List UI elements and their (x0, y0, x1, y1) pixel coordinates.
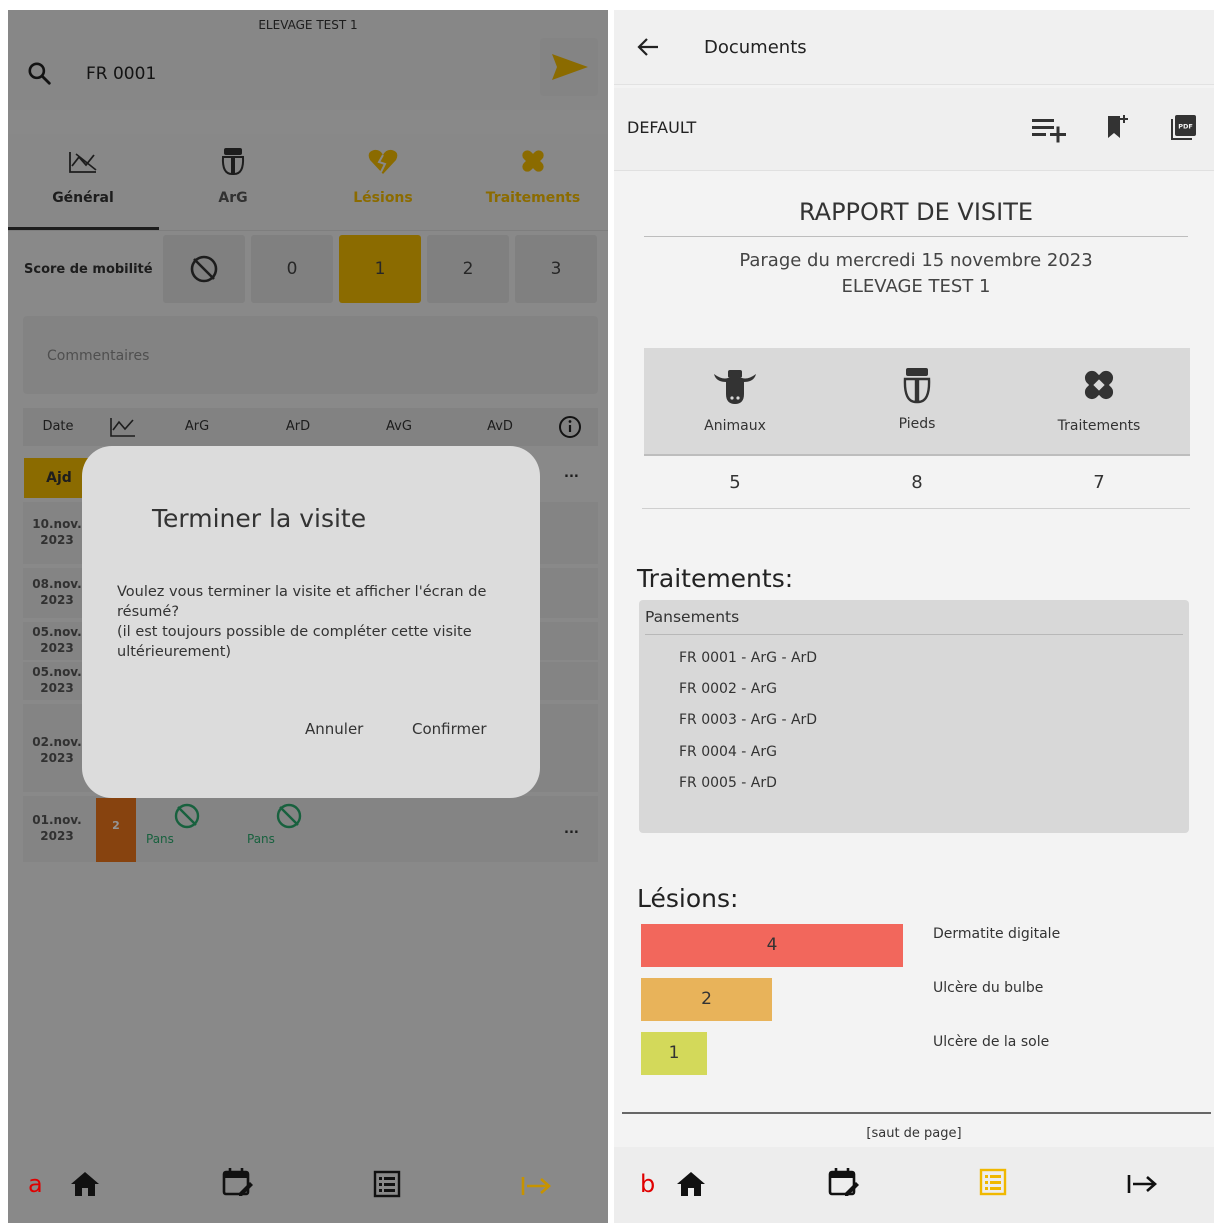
panel-label: a (28, 1170, 43, 1198)
divider (645, 634, 1183, 635)
bottom-nav (614, 1147, 1214, 1223)
back-arrow-icon[interactable] (636, 36, 660, 58)
hoof-icon (903, 368, 931, 404)
template-selector[interactable]: DEFAULT (627, 118, 696, 137)
document-toolbar: DEFAULT PDF (614, 88, 1214, 171)
right-screen: Documents DEFAULT PDF RAPPORT DE VISITE … (614, 10, 1214, 1223)
page-break-divider (622, 1112, 1211, 1114)
lesion-bar: 4 (641, 924, 903, 967)
list-item: FR 0005 - ArD (679, 775, 777, 791)
divider (642, 508, 1190, 509)
exit-icon[interactable] (1126, 1171, 1160, 1197)
lesion-bar: 1 (641, 1032, 707, 1075)
treatments-list: Pansements FR 0001 - ArG - ArD FR 0002 -… (639, 600, 1189, 833)
calendar-edit-icon[interactable] (220, 1164, 254, 1200)
home-icon[interactable] (68, 1166, 102, 1202)
report-subtitle: Parage du mercredi 15 novembre 2023 ELEV… (739, 250, 1093, 297)
report-title: RAPPORT DE VISITE (798, 198, 1034, 226)
stat-label: Traitements (1057, 418, 1141, 434)
stat-feet: Pieds (826, 348, 1008, 454)
dialog-message: Voulez vous terminer la visite et affich… (117, 584, 487, 660)
list-item: FR 0001 - ArG - ArD (679, 650, 818, 666)
top-bar: Documents (614, 10, 1214, 85)
lesions-heading: Lésions: (637, 884, 739, 913)
panel-label: b (640, 1170, 656, 1198)
bandage-icon (1084, 370, 1114, 400)
dialog-title: Terminer la visite (152, 504, 367, 533)
treatment-group-title: Pansements (645, 608, 740, 626)
svg-text:PDF: PDF (1178, 123, 1193, 131)
stat-label: Pieds (898, 416, 936, 432)
stat-value-treatments: 7 (1093, 472, 1105, 493)
left-screen: ELEVAGE TEST 1 FR 0001 Général ArG Lésio… (8, 10, 608, 1223)
lesion-bar: 2 (641, 978, 772, 1021)
lesion-name: Ulcère de la sole (933, 1034, 1050, 1050)
list-item: FR 0004 - ArG (679, 744, 777, 760)
stat-animals: Animaux (644, 348, 826, 454)
bookmark-add-icon[interactable] (1104, 112, 1130, 142)
divider (644, 236, 1188, 237)
page-title: Documents (704, 37, 807, 58)
stat-value-animals: 5 (729, 472, 741, 493)
list-icon[interactable] (978, 1167, 1008, 1197)
stats-panel: Animaux Pieds Traitements (644, 348, 1190, 456)
home-icon[interactable] (674, 1169, 708, 1199)
cow-icon (714, 370, 756, 404)
cancel-button[interactable]: Annuler (305, 720, 363, 738)
stat-label: Animaux (704, 418, 766, 434)
confirm-button[interactable]: Confirmer (412, 720, 487, 738)
list-item: FR 0003 - ArG - ArD (679, 712, 818, 728)
page-break-label: [saut de page] (866, 1126, 962, 1141)
stat-treatments: Traitements (1008, 348, 1190, 454)
add-to-list-icon[interactable] (1030, 114, 1068, 144)
lesion-name: Dermatite digitale (933, 926, 1061, 942)
list-icon[interactable] (372, 1166, 402, 1202)
calendar-edit-icon[interactable] (826, 1165, 860, 1199)
finish-visit-dialog: Terminer la visite Voulez vous terminer … (82, 446, 540, 798)
stat-value-feet: 8 (911, 472, 923, 493)
exit-icon[interactable] (520, 1168, 554, 1204)
lesion-name: Ulcère du bulbe (933, 980, 1044, 996)
list-item: FR 0002 - ArG (679, 681, 777, 697)
treatments-heading: Traitements: (637, 564, 794, 593)
pdf-icon[interactable]: PDF (1170, 113, 1198, 141)
